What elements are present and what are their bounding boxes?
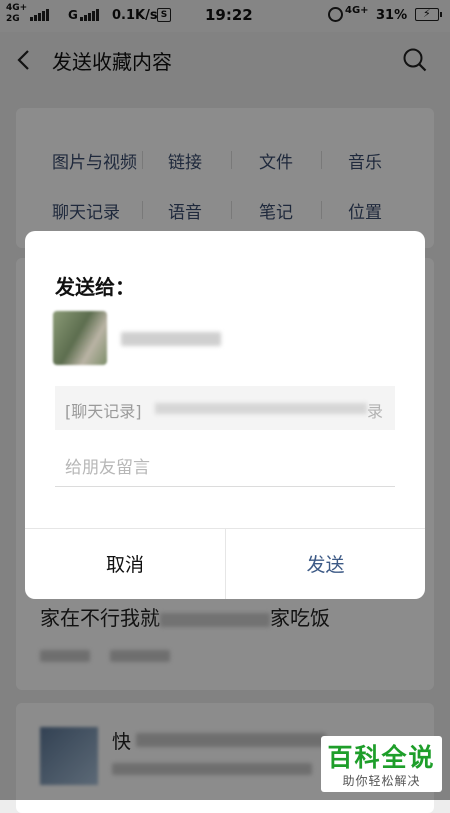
watermark-main: 百科全说 (327, 743, 436, 772)
cancel-button[interactable]: 取消 (25, 529, 225, 599)
watermark-logo: 百科全说 助你轻松解决 (321, 736, 442, 792)
message-input[interactable] (55, 449, 395, 487)
preview-blurred-text (155, 403, 367, 414)
dialog-title: 发送给： (55, 275, 135, 299)
watermark-sub: 助你轻松解决 (342, 774, 421, 788)
preview-label: [聊天记录] (65, 402, 142, 421)
send-dialog: 发送给： [聊天记录] 录 取消 发送 (25, 231, 425, 599)
content-preview: [聊天记录] 录 (55, 386, 395, 430)
avatar (53, 311, 107, 365)
dialog-actions: 取消 发送 (25, 528, 425, 599)
preview-tail: 录 (367, 402, 384, 421)
send-button[interactable]: 发送 (225, 529, 425, 599)
recipient-name (121, 332, 221, 346)
